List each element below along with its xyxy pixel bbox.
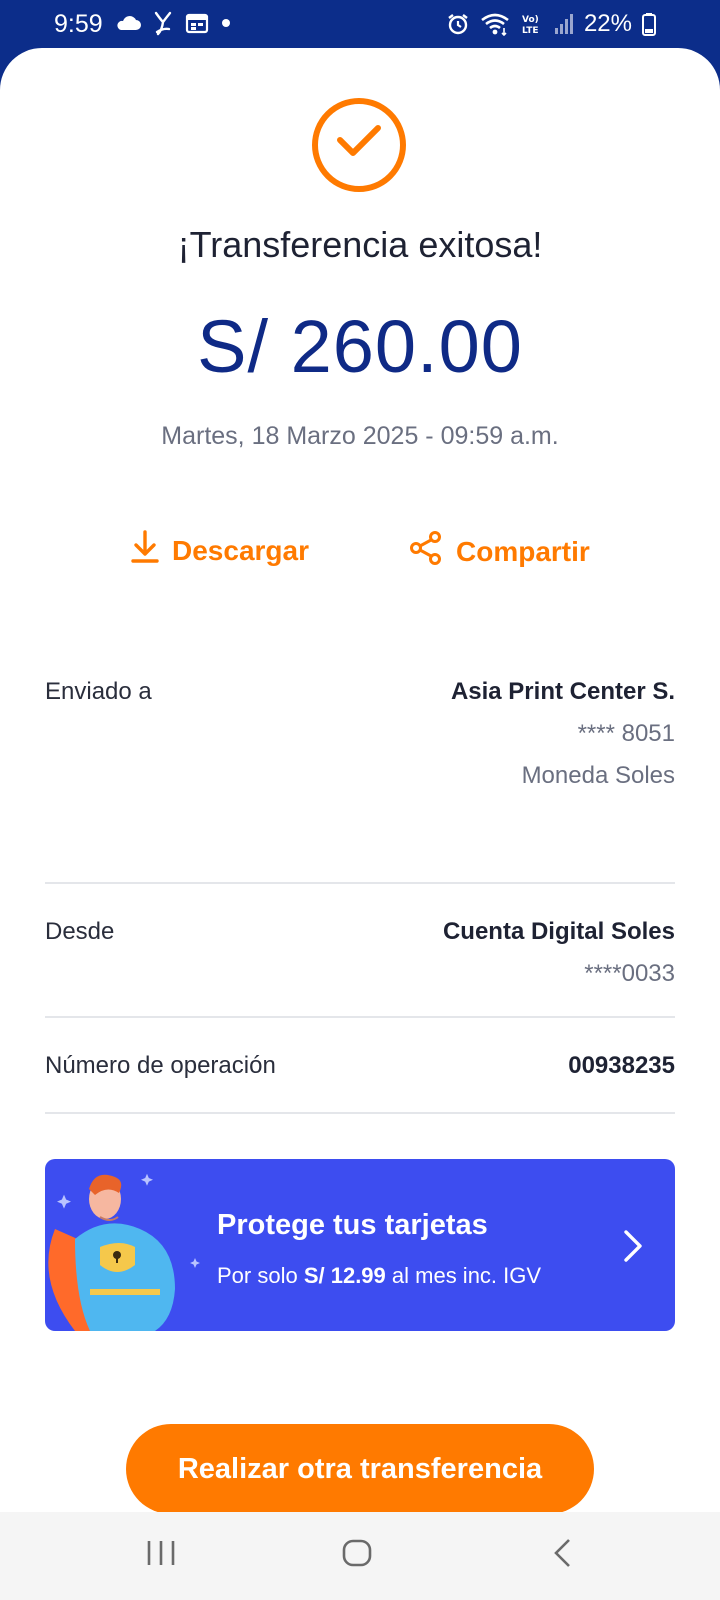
- status-right-icons: Vo) LTE 22%: [446, 10, 656, 38]
- svg-text:Vo): Vo): [522, 15, 539, 25]
- receipt-actions: Descargar Compartir: [0, 530, 720, 574]
- cloud-icon: [115, 15, 141, 31]
- superhero-illustration-icon: [45, 1159, 215, 1331]
- banner-title: Protege tus tarjetas: [217, 1209, 488, 1241]
- operation-number: 00938235: [568, 1052, 675, 1079]
- alarm-icon: [446, 12, 470, 36]
- recipient-currency: Moneda Soles: [521, 762, 675, 789]
- detail-row-from: Desde Cuenta Digital Soles ****0033: [45, 884, 675, 1018]
- banner-price: S/ 12.99: [303, 1263, 386, 1288]
- banner-subtitle: Por solo S/ 12.99 al mes inc. IGV: [217, 1263, 541, 1289]
- source-account-name: Cuenta Digital Soles: [442, 918, 675, 945]
- download-button[interactable]: Descargar: [130, 530, 309, 571]
- back-icon[interactable]: [552, 1538, 574, 1573]
- share-label: Compartir: [456, 535, 590, 567]
- recipient-account: **** 8051: [577, 720, 675, 747]
- share-button[interactable]: Compartir: [408, 530, 590, 573]
- source-account-number: ****0033: [584, 960, 675, 987]
- sent-to-label: Enviado a: [45, 678, 152, 705]
- transfer-details: Enviado a Asia Print Center S. **** 8051…: [45, 668, 675, 1114]
- svg-text:LTE: LTE: [522, 26, 539, 36]
- status-left-icons: [115, 10, 231, 36]
- transfer-datetime: Martes, 18 Marzo 2025 - 09:59 a.m.: [161, 422, 559, 450]
- from-label: Desde: [45, 918, 115, 945]
- wifi-icon: [480, 12, 510, 36]
- share-icon: [408, 530, 444, 573]
- recent-apps-icon[interactable]: [146, 1538, 176, 1573]
- operation-values: 00938235: [568, 1052, 675, 1080]
- home-icon[interactable]: [342, 1538, 372, 1573]
- detail-row-operation: Número de operación 00938235: [45, 1018, 675, 1114]
- card-protection-banner[interactable]: Protege tus tarjetas Por solo S/ 12.99 a…: [45, 1159, 675, 1331]
- new-transfer-button[interactable]: Realizar otra transferencia: [126, 1424, 594, 1514]
- banner-sub-suffix: al mes inc. IGV: [385, 1263, 542, 1288]
- status-bar: 9:59 Vo) LTE 22%: [0, 0, 720, 50]
- download-icon: [130, 530, 160, 571]
- signal-icon: [554, 13, 574, 35]
- calendar-icon: [185, 12, 209, 34]
- receipt-card: ¡Transferencia exitosa! S/ 260.00 Martes…: [0, 48, 720, 1512]
- status-time: 9:59: [54, 10, 103, 38]
- detail-row-sent-to: Enviado a Asia Print Center S. **** 8051…: [45, 668, 675, 884]
- sent-to-values: Asia Print Center S. **** 8051 Moneda So…: [451, 678, 675, 790]
- volte-icon: Vo) LTE: [520, 12, 544, 36]
- system-nav-bar: [0, 1512, 720, 1600]
- from-values: Cuenta Digital Soles ****0033: [443, 918, 675, 988]
- chevron-right-icon: [623, 1229, 643, 1268]
- page-title: ¡Transferencia exitosa!: [177, 224, 543, 265]
- recipient-name: Asia Print Center S.: [450, 678, 675, 705]
- battery-percent: 22%: [583, 10, 632, 37]
- transfer-amount: S/ 260.00: [197, 305, 523, 388]
- operation-label: Número de operación: [45, 1052, 276, 1079]
- banner-sub-prefix: Por solo: [217, 1263, 304, 1288]
- battery-icon: [642, 12, 656, 36]
- y-app-icon: [153, 10, 173, 36]
- success-check-icon: [312, 98, 406, 192]
- dot-icon: [221, 18, 231, 28]
- download-label: Descargar: [172, 534, 309, 566]
